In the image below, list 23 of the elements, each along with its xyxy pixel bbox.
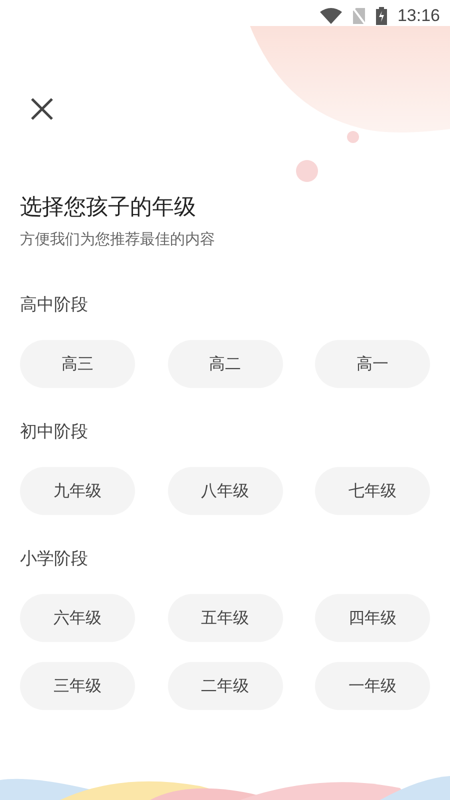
grade-option[interactable]: 五年级 [168,594,282,642]
page-subtitle: 方便我们为您推荐最佳的内容 [20,229,216,249]
decorative-dot-icon [296,160,318,182]
section-label: 初中阶段 [20,421,89,444]
close-button[interactable] [30,97,54,121]
status-time: 13:16 [397,6,440,26]
page-title: 选择您孩子的年级 [20,194,197,222]
grade-option[interactable]: 七年级 [315,467,430,515]
grade-option[interactable]: 二年级 [168,662,282,710]
section-label: 高中阶段 [20,294,89,317]
section-label: 小学阶段 [20,548,89,571]
grade-option[interactable]: 六年级 [20,594,135,642]
grade-option[interactable]: 四年级 [315,594,430,642]
grade-option[interactable]: 九年级 [20,467,135,515]
grade-option[interactable]: 高一 [315,340,430,388]
no-sim-icon [352,7,366,25]
grade-option[interactable]: 三年级 [20,662,135,710]
grade-option[interactable]: 一年级 [315,662,430,710]
grade-option[interactable]: 高三 [20,340,135,388]
grade-option[interactable]: 八年级 [168,467,282,515]
wifi-icon [320,8,342,24]
battery-icon [376,7,388,25]
grade-option[interactable]: 高二 [168,340,282,388]
